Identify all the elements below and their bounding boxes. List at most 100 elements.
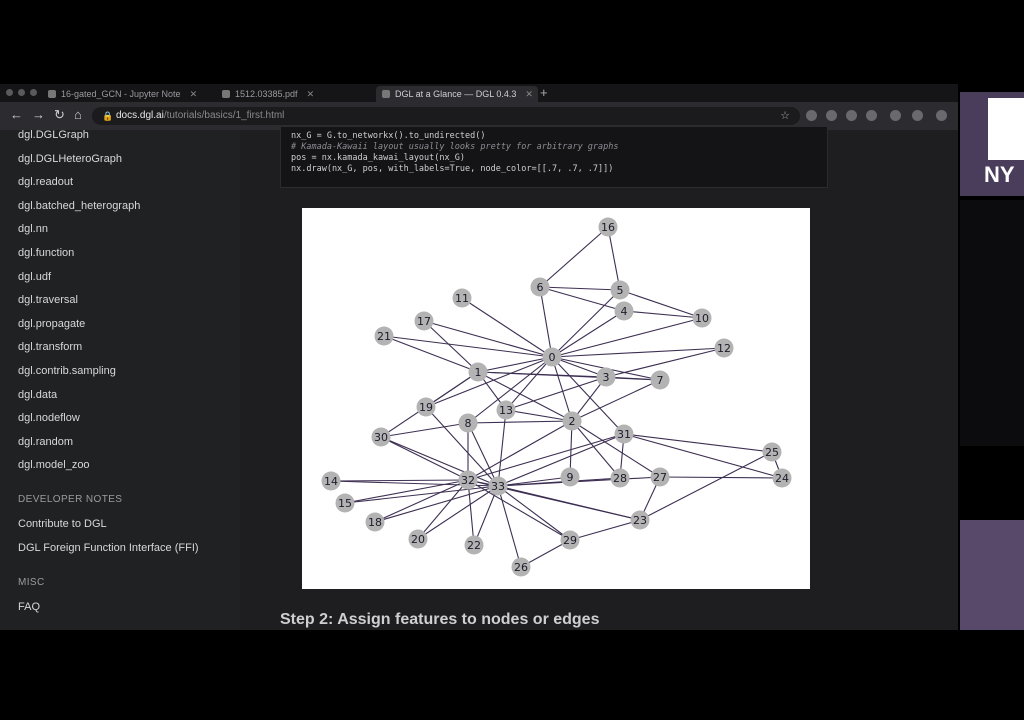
graph-node-label: 11 <box>455 292 469 305</box>
extension-icon[interactable] <box>890 110 901 121</box>
sidebar-item-dgl-dglheterograph[interactable]: dgl.DGLHeteroGraph <box>18 153 122 165</box>
nyu-logo-text: NY <box>984 162 1015 187</box>
close-tab-icon[interactable]: ✕ <box>307 89 315 100</box>
tab-dgl[interactable]: DGL at a Glance — DGL 0.4.3 ✕ <box>376 86 538 102</box>
graph-node-label: 13 <box>499 404 513 417</box>
graph-edge-0-11 <box>461 297 553 358</box>
profile-avatar-icon[interactable] <box>936 110 947 121</box>
graph-edge-0-6 <box>539 286 553 358</box>
graph-node-label: 26 <box>514 561 528 574</box>
graph-edge-31-32 <box>467 433 625 481</box>
new-tab-button[interactable]: + <box>540 85 548 100</box>
close-tab-icon[interactable]: ✕ <box>190 89 198 100</box>
graph-node-29: 29 <box>560 530 580 550</box>
graph-node-6: 6 <box>530 277 550 297</box>
graph-node-33: 33 <box>488 476 508 496</box>
extension-icon[interactable] <box>912 110 923 121</box>
graph-edge-28-33 <box>497 477 621 487</box>
graph-node-label: 19 <box>419 401 433 414</box>
graph-edge-22-33 <box>473 485 499 546</box>
sidebar-item-faq[interactable]: FAQ <box>18 601 40 613</box>
close-window-dot[interactable] <box>6 89 13 96</box>
graph-node-label: 29 <box>563 534 577 547</box>
sidebar-item-dgl-propagate[interactable]: dgl.propagate <box>18 318 85 330</box>
graph-node-1: 1 <box>468 362 488 382</box>
graph-edge-13-33 <box>497 409 507 487</box>
sidebar-item-dgl-random[interactable]: dgl.random <box>18 436 73 448</box>
graph-node-label: 2 <box>569 415 576 428</box>
extension-icon[interactable] <box>806 110 817 121</box>
sidebar-item-dgl-contrib-sampling[interactable]: dgl.contrib.sampling <box>18 365 116 377</box>
close-tab-icon[interactable]: ✕ <box>525 89 533 100</box>
sidebar-item-dgl-batched-heterograph[interactable]: dgl.batched_heterograph <box>18 200 140 212</box>
graph-node-26: 26 <box>511 557 531 577</box>
graph-node-label: 24 <box>775 472 789 485</box>
graph-node-label: 5 <box>617 284 624 297</box>
browser-window: 16-gated_GCN - Jupyter Note ✕ 1512.03385… <box>0 84 958 630</box>
graph-node-label: 7 <box>657 374 664 387</box>
lock-icon: 🔒 <box>102 111 114 121</box>
graph-node-7: 7 <box>650 370 670 390</box>
sidebar-item-dgl-readout[interactable]: dgl.readout <box>18 176 73 188</box>
graph-node-10: 10 <box>692 308 712 328</box>
graph-node-label: 0 <box>549 351 556 364</box>
graph-edge-2-28 <box>571 420 621 479</box>
docs-sidebar: dgl.DGLGraph dgl.DGLHeteroGraph dgl.readou… <box>0 129 240 630</box>
graph-node-12: 12 <box>714 338 734 358</box>
graph-edge-22-32 <box>467 479 475 546</box>
graph-node-label: 9 <box>567 471 574 484</box>
graph-edge-5-6 <box>539 286 621 291</box>
graph-node-20: 20 <box>408 529 428 549</box>
graph-edge-6-16 <box>539 226 609 288</box>
graph-node-13: 13 <box>496 400 516 420</box>
graph-edge-0-19 <box>425 356 553 408</box>
reload-icon[interactable]: ↻ <box>54 107 65 123</box>
sidebar-item-dgl-transform[interactable]: dgl.transform <box>18 341 82 353</box>
sidebar-item-dgl-function[interactable]: dgl.function <box>18 247 74 259</box>
sidebar-item-dgl-data[interactable]: dgl.data <box>18 389 57 401</box>
graph-node-label: 3 <box>603 371 610 384</box>
graph-node-label: 23 <box>633 514 647 527</box>
back-arrow-icon[interactable]: ← <box>10 107 23 122</box>
sidebar-item-contribute[interactable]: Contribute to DGL <box>18 518 107 530</box>
tab-label: DGL at a Glance — DGL 0.4.3 <box>395 89 517 99</box>
graph-node-17: 17 <box>414 311 434 331</box>
graph-edge-5-16 <box>607 226 621 291</box>
extension-icon[interactable] <box>846 110 857 121</box>
home-icon[interactable]: ⌂ <box>74 107 82 122</box>
graph-node-2: 2 <box>562 411 582 431</box>
extension-icon[interactable] <box>826 110 837 121</box>
graph-edge-30-33 <box>380 436 499 487</box>
graph-node-27: 27 <box>650 467 670 487</box>
misc-heading: MISC <box>18 577 45 588</box>
bookmark-star-icon[interactable]: ☆ <box>780 107 790 125</box>
graph-edge-0-4 <box>551 310 625 358</box>
graph-node-label: 20 <box>411 533 425 546</box>
maximize-window-dot[interactable] <box>30 89 37 96</box>
address-bar[interactable]: 🔒 docs.dgl.ai/tutorials/basics/1_first.h… <box>92 107 800 125</box>
tab-pdf[interactable]: 1512.03385.pdf ✕ <box>222 86 362 102</box>
window-controls <box>6 89 37 96</box>
extension-icon[interactable] <box>866 110 877 121</box>
sidebar-item-dgl-model-zoo[interactable]: dgl.model_zoo <box>18 459 90 471</box>
graph-node-label: 16 <box>601 221 615 234</box>
graph-node-15: 15 <box>335 493 355 513</box>
code-line: nx_G = G.to_networkx().to_undirected() <box>291 131 486 141</box>
pdf-favicon-icon <box>222 90 230 98</box>
code-line: nx.draw(nx_G, pos, with_labels=True, nod… <box>291 164 614 174</box>
graph-node-18: 18 <box>365 512 385 532</box>
code-comment: # Kamada-Kawaii layout usually looks pre… <box>291 142 619 152</box>
sidebar-item-dgl-nn[interactable]: dgl.nn <box>18 223 48 235</box>
sidebar-item-ffi[interactable]: DGL Foreign Function Interface (FFI) <box>18 542 199 554</box>
tab-jupyter[interactable]: 16-gated_GCN - Jupyter Note ✕ <box>48 86 216 102</box>
sidebar-item-dgl-nodeflow[interactable]: dgl.nodeflow <box>18 412 80 424</box>
forward-arrow-icon[interactable]: → <box>32 107 45 122</box>
minimize-window-dot[interactable] <box>18 89 25 96</box>
url-host: docs.dgl.ai <box>116 110 164 121</box>
sidebar-item-dgl-udf[interactable]: dgl.udf <box>18 271 51 283</box>
graph-edge-26-33 <box>497 485 522 568</box>
sidebar-item-dgl-traversal[interactable]: dgl.traversal <box>18 294 78 306</box>
graph-node-31: 31 <box>614 424 634 444</box>
step-2-heading: Step 2: Assign features to nodes or edge… <box>280 611 600 628</box>
sidebar-item-dgl-dglgraph[interactable]: dgl.DGLGraph <box>18 129 89 141</box>
